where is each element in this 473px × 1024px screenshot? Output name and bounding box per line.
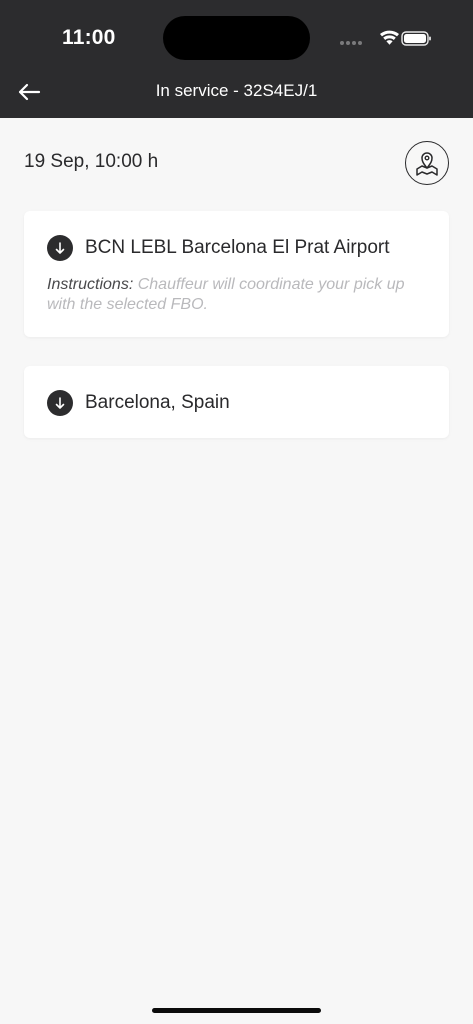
arrow-down-icon — [47, 390, 73, 416]
stop-card[interactable]: BCN LEBL Barcelona El Prat Airport Instr… — [24, 211, 449, 337]
signal-icon — [340, 41, 362, 45]
stop-instructions: Instructions: Chauffeur will coordinate … — [47, 275, 427, 315]
stop-card[interactable]: Barcelona, Spain — [24, 366, 449, 438]
map-button[interactable] — [405, 141, 449, 185]
status-icons — [340, 30, 431, 46]
stop-name: Barcelona, Spain — [85, 392, 230, 413]
page-title: In service - 32S4EJ/1 — [155, 81, 318, 100]
map-pin-icon — [416, 152, 438, 176]
arrow-down-icon — [47, 235, 73, 261]
battery-icon — [401, 31, 431, 46]
stop-row: BCN LEBL Barcelona El Prat Airport — [47, 235, 390, 261]
wifi-icon — [380, 30, 399, 45]
status-time: 11:00 — [62, 26, 116, 49]
app-header: 11:00 In service - 32S4EJ/1 — [0, 0, 473, 118]
stop-row: Barcelona, Spain — [47, 390, 230, 416]
dynamic-island — [163, 16, 310, 60]
stop-name: BCN LEBL Barcelona El Prat Airport — [85, 237, 390, 258]
home-indicator[interactable] — [152, 1008, 321, 1013]
service-date: 19 Sep, 10:00 h — [24, 151, 159, 172]
instructions-label: Instructions: — [47, 276, 134, 293]
